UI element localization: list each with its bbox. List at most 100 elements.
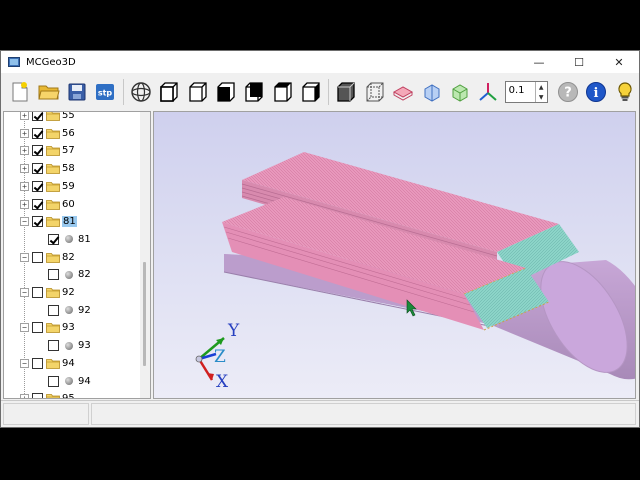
- tree-item-leaf[interactable]: 81: [48, 231, 91, 248]
- view-top-button[interactable]: [212, 78, 240, 107]
- collapse-icon[interactable]: −: [20, 358, 29, 368]
- collapse-icon[interactable]: −: [20, 323, 29, 333]
- spin-up-icon[interactable]: ▲: [536, 82, 547, 92]
- tree-item-checkbox[interactable]: [32, 393, 43, 398]
- expand-icon[interactable]: +: [20, 199, 29, 209]
- axes-toggle-button[interactable]: [474, 78, 502, 107]
- solid-body-icon: [65, 270, 73, 279]
- tree-item-group[interactable]: +57: [20, 142, 75, 159]
- tree-item-group[interactable]: +55: [20, 112, 75, 124]
- tree-item-group[interactable]: +59: [20, 178, 75, 195]
- tree-item-checkbox[interactable]: [32, 357, 43, 369]
- save-icon: [68, 83, 86, 101]
- tree-item-checkbox[interactable]: [32, 216, 43, 228]
- maximize-button[interactable]: ☐: [559, 51, 599, 73]
- view-bottom-button[interactable]: [240, 78, 268, 107]
- open-button[interactable]: [34, 78, 62, 107]
- info-button[interactable]: i: [582, 78, 610, 107]
- tree-item-leaf[interactable]: 93: [48, 337, 91, 354]
- tree-item-group[interactable]: +56: [20, 125, 75, 142]
- tree-item-checkbox[interactable]: [32, 251, 43, 263]
- section-z-button[interactable]: [446, 78, 474, 107]
- axis-triad: Y Z X: [195, 321, 240, 392]
- collapse-icon[interactable]: −: [20, 288, 29, 297]
- axis-y-label: Y: [227, 321, 240, 341]
- geometry-tree[interactable]: +55 +56 +57 +58 +59 +60−81 81−82 82−92 92−93 93−9…: [3, 111, 151, 399]
- expand-icon[interactable]: +: [20, 112, 29, 120]
- tree-item-checkbox[interactable]: [32, 180, 43, 192]
- collapse-icon[interactable]: −: [20, 252, 29, 262]
- app-window: MCGeo3D — ☐ ✕ stp 0.1 ▲ ▼ ? i + 55 + 56 …: [0, 50, 640, 428]
- tree-item-checkbox[interactable]: [32, 163, 43, 175]
- expand-icon[interactable]: +: [20, 128, 29, 138]
- view-wireframe-button[interactable]: [361, 78, 389, 107]
- tree-item-label: 57: [62, 145, 75, 157]
- view-right-button[interactable]: [297, 78, 325, 107]
- close-button[interactable]: ✕: [599, 51, 639, 73]
- tree-item-group[interactable]: +58: [20, 160, 75, 177]
- folder-open-icon: [46, 252, 60, 263]
- help-icon: ?: [557, 82, 578, 102]
- title-bar[interactable]: MCGeo3D — ☐ ✕: [1, 51, 639, 73]
- expand-icon[interactable]: +: [20, 164, 29, 174]
- tree-item-group[interactable]: − 92: [20, 284, 75, 301]
- view-front-button[interactable]: [155, 78, 183, 107]
- tree-item-checkbox[interactable]: [32, 198, 43, 210]
- view-left-button[interactable]: [269, 78, 297, 107]
- lightbulb-icon: [618, 82, 632, 101]
- tree-item-checkbox[interactable]: [48, 340, 59, 352]
- tree-item-leaf[interactable]: 92: [48, 302, 91, 319]
- save-button[interactable]: [63, 78, 91, 107]
- tree-item-group[interactable]: +95: [20, 390, 75, 398]
- tree-item-group[interactable]: − 94: [20, 355, 75, 372]
- shaded-cube-icon: [337, 82, 356, 102]
- tree-item-group[interactable]: − 82: [20, 249, 75, 266]
- tree-item-checkbox[interactable]: [32, 322, 43, 334]
- tree-scrollbar-thumb[interactable]: [143, 262, 146, 366]
- spin-arrows: ▲ ▼: [534, 82, 547, 102]
- minimize-button[interactable]: —: [519, 51, 559, 73]
- tree-item-checkbox[interactable]: [48, 375, 59, 387]
- tree-item-group[interactable]: +60: [20, 196, 75, 213]
- cube-right-icon: [302, 82, 320, 102]
- export-stp-button[interactable]: stp: [91, 78, 119, 107]
- section-y-button[interactable]: [417, 78, 445, 107]
- view-shaded-button[interactable]: [332, 78, 360, 107]
- orbit-icon: [131, 82, 151, 102]
- section-x-button[interactable]: [389, 78, 417, 107]
- cube-front-icon: [160, 82, 178, 102]
- new-file-button[interactable]: [6, 78, 34, 107]
- tree-item-checkbox[interactable]: [32, 112, 43, 121]
- 3d-scene[interactable]: Y Z X: [154, 112, 636, 399]
- tree-item-leaf[interactable]: 94: [48, 373, 91, 390]
- help-button[interactable]: ?: [554, 78, 582, 107]
- tree-item-checkbox[interactable]: [48, 269, 59, 281]
- spin-down-icon[interactable]: ▼: [536, 92, 547, 102]
- tree-item-label: 60: [62, 198, 75, 210]
- expand-icon[interactable]: +: [20, 181, 29, 191]
- folder-icon: [46, 128, 60, 139]
- tree-item-checkbox[interactable]: [48, 233, 59, 245]
- expand-icon[interactable]: +: [20, 146, 29, 156]
- precision-spinbox[interactable]: 0.1 ▲ ▼: [504, 81, 548, 103]
- tree-item-group[interactable]: − 81: [20, 213, 77, 230]
- tree-item-group[interactable]: − 93: [20, 319, 75, 336]
- 3d-viewport[interactable]: Y Z X: [153, 111, 636, 399]
- tree-item-label: 92: [62, 287, 75, 298]
- tree-item-leaf[interactable]: 82: [48, 266, 91, 283]
- tree-item-checkbox[interactable]: [32, 145, 43, 157]
- view-back-button[interactable]: [183, 78, 211, 107]
- tree-scrollbar[interactable]: [140, 112, 150, 398]
- collapse-icon[interactable]: −: [20, 217, 29, 227]
- tree-item-checkbox[interactable]: [32, 287, 43, 298]
- tree-item-checkbox[interactable]: [48, 304, 59, 316]
- tip-button[interactable]: [611, 78, 639, 107]
- precision-value[interactable]: 0.1: [506, 82, 535, 102]
- wireframe-cube-icon: [366, 82, 384, 102]
- tree-item-checkbox[interactable]: [32, 127, 43, 139]
- folder-open-icon: [46, 288, 60, 298]
- tree-item-label: 59: [62, 180, 75, 192]
- orbit-button[interactable]: [127, 78, 155, 107]
- folder-icon: [46, 394, 60, 398]
- expand-icon[interactable]: +: [20, 394, 29, 398]
